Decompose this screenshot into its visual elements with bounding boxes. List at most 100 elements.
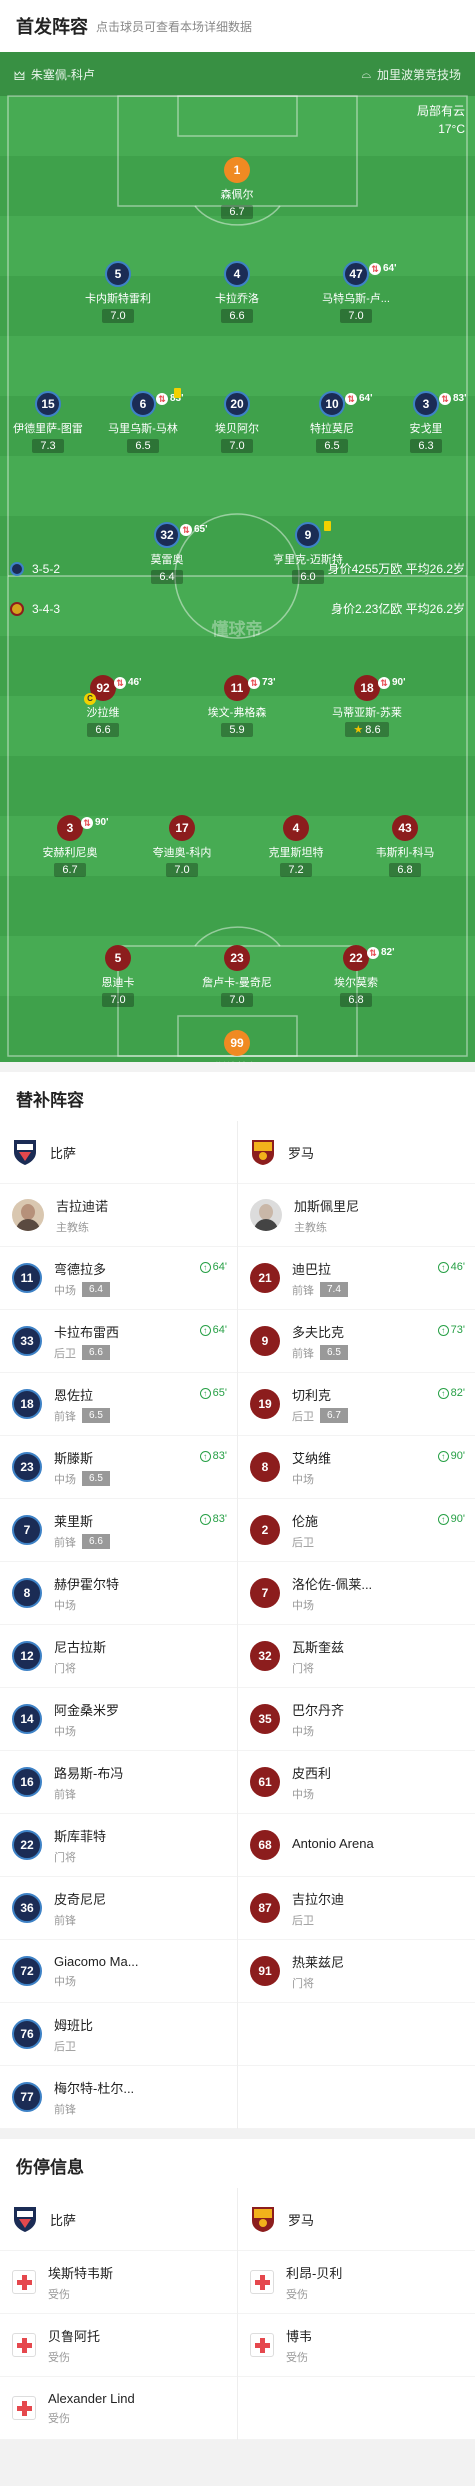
sub-player-row[interactable]: 68 Antonio Arena [238,1814,475,1877]
pitch-player[interactable]: 3 ⇅ 90' 安赫利尼奥 6.7 [15,815,125,878]
sub-player-row[interactable]: 18 恩佐拉 前锋 6.5 ↑ 65' [0,1373,237,1436]
pitch-player[interactable]: 5 卡内斯特雷利 7.0 [63,261,173,324]
medical-cross-icon [250,2270,274,2294]
pitch-player[interactable]: 20 埃贝阿尔 7.0 [182,391,292,454]
sub-player-row[interactable]: 36 皮奇尼尼 前锋 [0,1877,237,1940]
injury-row[interactable]: 博韦 受伤 [238,2314,475,2377]
pitch-player[interactable]: 17 夸迪奥-科内 7.0 [127,815,237,878]
pitch-player[interactable]: 47 ⇅ 64' 马特乌斯-卢... 7.0 [301,261,411,324]
player-name: Giacomo Ma... [54,1953,139,1969]
yellow-card-icon [174,388,181,398]
sub-time: 73' [262,677,276,688]
player-number: 23 [224,945,250,971]
sub-time: 64' [383,263,397,274]
team-row-pisa[interactable]: 比萨 [0,2188,237,2251]
sub-player-row[interactable]: 77 梅尔特-杜尔... 前锋 [0,2066,237,2129]
sub-player-row[interactable]: 72 Giacomo Ma... 中场 [0,1940,237,2003]
coach-row[interactable]: 加斯佩里尼 主教练 [238,1184,475,1247]
player-rating: 6.6 [87,723,119,737]
sub-player-row[interactable]: 61 皮西利 中场 [238,1751,475,1814]
sub-out-icon: ⇅ [180,524,192,536]
stadium-icon: ⌓ [361,66,371,81]
pitch-player[interactable]: 11 ⇅ 73' 埃文-弗格森 5.9 [182,675,292,738]
sub-player-row[interactable]: 23 斯滕斯 中场 6.5 ↑ 83' [0,1436,237,1499]
medical-cross-icon [12,2270,36,2294]
injury-row[interactable]: Alexander Lind 受伤 [0,2377,237,2440]
lineup-header: 首发阵容 点击球员可查看本场详细数据 [0,0,475,52]
pitch-player[interactable]: 9 亨里克-迈斯特 6.0 [253,521,363,585]
roma-info: 3-4-3 身价2.23亿欧 平均26.2岁 [10,600,465,617]
sub-player-row[interactable]: 9 多夫比克 前锋 6.5 ↑ 73' [238,1310,475,1373]
pitch-player[interactable]: 4 克里斯坦特 7.2 [241,815,351,878]
sub-player-row[interactable]: 22 斯库菲特 门将 [0,1814,237,1877]
inter-info: 3-5-2 身价4255万欧 平均26.2岁 [10,560,465,577]
injury-row[interactable]: 埃斯特韦斯 受伤 [0,2251,237,2314]
team-name: 罗马 [288,2212,315,2228]
sub-player-row[interactable]: 33 卡拉布雷西 后卫 6.6 ↑ 64' [0,1310,237,1373]
referee-name: 朱塞佩-科卢 [30,67,95,82]
pitch-player[interactable]: 18 ⇅ 90' 马蒂亚斯-苏莱 ★ 8.6 [312,675,422,738]
player-position: 前锋 [54,1410,76,1423]
yellow-card-icon [324,521,331,531]
sub-player-row[interactable]: 2 伦施 后卫 ↑ 90' [238,1499,475,1562]
injuries-section: 伤停信息 比萨 埃斯特韦斯 受伤 贝鲁阿托 受伤 Alexander Lind … [0,2139,475,2440]
sub-player-row[interactable]: 11 弯德拉多 中场 6.4 ↑ 64' [0,1247,237,1310]
player-name: 森佩尔 [220,189,254,201]
pitch-player[interactable]: 4 卡拉乔洛 6.6 [182,261,292,324]
player-name: 斯库菲特 [54,1828,107,1844]
rating-badge: 6.5 [82,1471,110,1486]
sub-in-icon: ↑ [437,1387,449,1399]
sub-player-row[interactable]: 87 吉拉尔迪 后卫 [238,1877,475,1940]
team-row-roma[interactable]: 罗马 [238,2188,475,2251]
pitch-player[interactable]: 23 詹卢卡-曼奇尼 7.0 [182,945,292,1008]
injury-row[interactable]: 贝鲁阿托 受伤 [0,2314,237,2377]
sub-in-icon: ↑ [199,1261,211,1273]
pitch-player[interactable]: 3 ⇅ 83' 安戈里 6.3 [371,391,475,454]
sub-player-row[interactable]: 91 热莱兹尼 门将 [238,1940,475,2003]
pitch-player[interactable]: 1 森佩尔 6.7 [182,157,292,220]
roma-value: 身价2.23亿欧 [330,602,403,616]
sub-player-row[interactable]: 12 尼古拉斯 门将 [0,1625,237,1688]
player-position: 中场 [292,1599,314,1612]
pitch-player[interactable]: 5 恩迪卡 7.0 [63,945,173,1008]
player-number: 5 [105,945,131,971]
player-position: 中场 [54,1975,76,1988]
sub-player-row[interactable]: 35 巴尔丹齐 中场 [238,1688,475,1751]
sub-player-row[interactable]: 21 迪巴拉 前锋 7.4 ↑ 46' [238,1247,475,1310]
team-row-roma[interactable]: 罗马 [238,1121,475,1184]
player-name: 马特乌斯-卢... [322,293,390,305]
stadium-name: 加里波第竞技场 [376,67,461,82]
pitch-player[interactable]: 32 ⇅ 65' 莫雷奥 6.4 [112,522,222,585]
sub-player-row[interactable]: 19 切利克 后卫 6.7 ↑ 82' [238,1373,475,1436]
injury-row[interactable]: 利昂-贝利 受伤 [238,2251,475,2314]
player-name: 姆班比 [54,2017,94,2033]
sub-in-time: ↑ 90' [437,1450,465,1462]
sub-player-row[interactable]: 76 姆班比 后卫 [0,2003,237,2066]
sub-player-row[interactable]: 16 路易斯-布冯 前锋 [0,1751,237,1814]
player-name: 莫雷奥 [150,554,184,566]
sub-in-icon: ↑ [199,1387,211,1399]
team-row-pisa[interactable]: 比萨 [0,1121,237,1184]
player-number: 33 [12,1326,42,1356]
player-number: 43 [392,815,418,841]
pitch-player[interactable]: 99 斯维拉尔 6.9 [182,1030,292,1062]
pitch-player[interactable]: 92 ⇅ 46' C 沙拉维 6.6 [48,675,158,738]
coach-row[interactable]: 吉拉迪诺 主教练 [0,1184,237,1247]
substitution-badge: ⇅ 73' [248,670,276,696]
player-number: 91 [250,1956,280,1986]
player-number: 18 [12,1389,42,1419]
sub-player-row[interactable]: 32 瓦斯奎兹 门将 [238,1625,475,1688]
sub-player-row[interactable]: 7 洛伦佐-佩莱... 中场 [238,1562,475,1625]
sub-player-row[interactable]: 14 阿金桑米罗 中场 [0,1688,237,1751]
sub-player-row[interactable]: 8 赫伊霍尔特 中场 [0,1562,237,1625]
sub-player-row[interactable]: 8 艾纳维 中场 ↑ 90' [238,1436,475,1499]
pitch-player[interactable]: 22 ⇅ 82' 埃尔莫索 6.8 [301,945,411,1008]
player-number: 6 ⇅ 83' [130,388,184,417]
player-position: 前锋 [54,1788,76,1801]
sub-player-row[interactable]: 7 莱里斯 前锋 6.6 ↑ 83' [0,1499,237,1562]
pitch-player[interactable]: 43 韦斯利-科马 6.8 [350,815,460,878]
substitution-badge: ⇅ 64' [345,388,373,410]
player-name: 贝鲁阿托 [48,2328,101,2344]
roma-logo-icon [10,601,24,616]
player-number: 72 [12,1956,42,1986]
